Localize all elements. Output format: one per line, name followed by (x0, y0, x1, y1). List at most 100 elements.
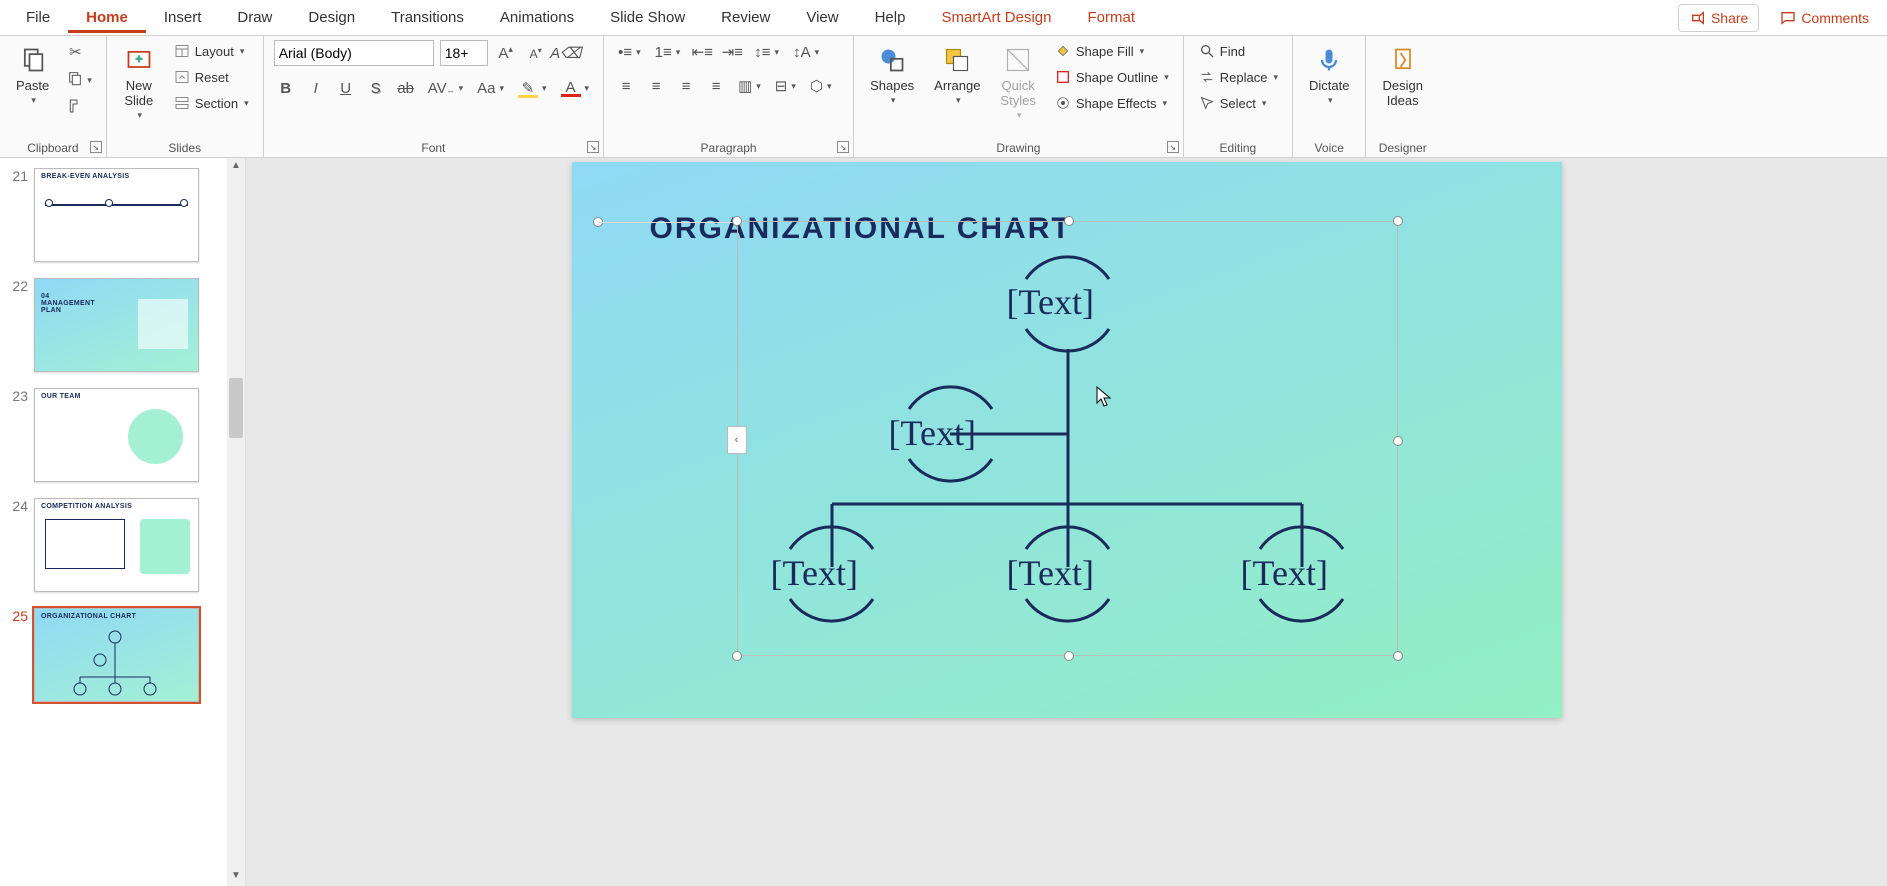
font-dialog-launcher[interactable]: ↘ (587, 141, 599, 153)
thumb-slide-22[interactable]: 04 MANAGEMENT PLAN (34, 278, 199, 372)
replace-button[interactable]: Replace▾ (1194, 66, 1282, 88)
strike-button[interactable]: ab (394, 76, 418, 100)
dictate-button[interactable]: Dictate▾ (1303, 40, 1355, 110)
align-center-button[interactable]: ≡ (644, 74, 668, 98)
thumbs-scrollbar[interactable]: ▲ ▼ (227, 158, 245, 886)
shape-effects-label: Shape Effects (1076, 96, 1157, 111)
drawing-dialog-launcher[interactable]: ↘ (1167, 141, 1179, 153)
indent-icon: ⇥≡ (722, 43, 743, 61)
tab-draw[interactable]: Draw (219, 3, 290, 32)
thumb-slide-25[interactable]: ORGANIZATIONAL CHART (34, 608, 199, 702)
char-spacing-button[interactable]: AV↔▾ (424, 76, 467, 100)
comments-button[interactable]: Comments (1769, 5, 1879, 31)
tab-view[interactable]: View (788, 3, 856, 32)
thumb-number: 21 (6, 168, 28, 262)
org-node-top[interactable]: [Text] (1007, 281, 1094, 323)
scroll-up-icon[interactable]: ▲ (229, 160, 243, 174)
find-button[interactable]: Find (1194, 40, 1282, 62)
paste-button[interactable]: Paste ▾ (10, 40, 55, 110)
shape-effects-button[interactable]: Shape Effects▾ (1050, 92, 1173, 114)
slide-canvas-area[interactable]: ORGANIZATIONAL CHART ‹ (246, 158, 1887, 886)
org-node-child-1[interactable]: [Text] (771, 552, 858, 594)
bold-button[interactable]: B (274, 76, 298, 100)
chevron-down-icon: ▾ (1140, 46, 1145, 57)
org-node-assistant[interactable]: [Text] (889, 412, 976, 454)
align-text-icon: ⊟ (775, 77, 788, 95)
numbering-button[interactable]: 1≡▾ (651, 40, 685, 64)
new-slide-button[interactable]: New Slide ▾ (117, 40, 161, 125)
copy-button[interactable]: ▾ (63, 68, 96, 92)
tab-slideshow[interactable]: Slide Show (592, 3, 703, 32)
tab-design[interactable]: Design (290, 3, 373, 32)
design-ideas-button[interactable]: Design Ideas (1376, 40, 1428, 112)
scroll-down-icon[interactable]: ▼ (229, 870, 243, 884)
tab-animations[interactable]: Animations (482, 3, 592, 32)
select-button[interactable]: Select▾ (1194, 92, 1282, 114)
thumb-number: 25 (6, 608, 28, 702)
group-label-clipboard: Clipboard (10, 137, 96, 155)
group-editing: Find Replace▾ Select▾ Editing (1184, 36, 1293, 157)
justify-button[interactable]: ≡ (704, 74, 728, 98)
line-spacing-button[interactable]: ↕≡▾ (750, 40, 783, 64)
tab-review[interactable]: Review (703, 3, 788, 32)
outdent-icon: ⇤≡ (692, 43, 713, 61)
columns-icon: ▥ (738, 77, 752, 95)
align-left-icon: ≡ (622, 78, 631, 95)
shadow-button[interactable]: S (364, 76, 388, 100)
underline-icon: U (340, 80, 351, 97)
share-button[interactable]: Share (1678, 4, 1759, 32)
bullets-icon: •≡ (618, 44, 632, 61)
increase-font-button[interactable]: A▴ (494, 41, 518, 65)
scroll-thumb[interactable] (229, 378, 243, 438)
tab-home[interactable]: Home (68, 3, 146, 33)
group-font: A▴ A▾ A⌫ B I U S ab AV↔▾ Aa▾ ✎▾ A▾ Font … (264, 36, 604, 157)
align-text-button[interactable]: ⊟▾ (771, 74, 800, 98)
text-direction-button[interactable]: ↕A▾ (789, 40, 823, 64)
slide-thumbnails-panel[interactable]: 21 BREAK-EVEN ANALYSIS 22 04 MANAGEMENT … (0, 158, 246, 886)
shapes-button[interactable]: Shapes▾ (864, 40, 920, 110)
font-size-select[interactable] (440, 40, 488, 66)
highlight-button[interactable]: ✎▾ (514, 76, 551, 100)
align-left-button[interactable]: ≡ (614, 74, 638, 98)
bullets-button[interactable]: •≡▾ (614, 40, 645, 64)
layout-label: Layout (195, 44, 234, 59)
section-button[interactable]: Section▾ (169, 92, 253, 114)
paragraph-dialog-launcher[interactable]: ↘ (837, 141, 849, 153)
org-node-child-2[interactable]: [Text] (1007, 552, 1094, 594)
change-case-button[interactable]: Aa▾ (473, 76, 508, 100)
clear-format-icon: A⌫ (550, 44, 581, 62)
smartart-convert-button[interactable]: ⬡▾ (806, 74, 836, 98)
arrange-icon (941, 44, 973, 76)
align-right-button[interactable]: ≡ (674, 74, 698, 98)
org-node-child-3[interactable]: [Text] (1241, 552, 1328, 594)
tab-smartart-design[interactable]: SmartArt Design (923, 3, 1069, 32)
layout-button[interactable]: Layout▾ (169, 40, 253, 62)
clipboard-dialog-launcher[interactable]: ↘ (90, 141, 102, 153)
clear-formatting-button[interactable]: A⌫ (554, 41, 578, 65)
font-name-select[interactable] (274, 40, 434, 66)
slide[interactable]: ORGANIZATIONAL CHART ‹ (572, 162, 1562, 718)
cut-button[interactable]: ✂ (63, 40, 87, 64)
tab-transitions[interactable]: Transitions (373, 3, 482, 32)
thumb-slide-24[interactable]: COMPETITION ANALYSIS (34, 498, 199, 592)
underline-button[interactable]: U (334, 76, 358, 100)
italic-button[interactable]: I (304, 76, 328, 100)
decrease-font-button[interactable]: A▾ (524, 41, 548, 65)
chevron-down-icon: ▾ (791, 81, 796, 92)
tab-format[interactable]: Format (1070, 3, 1154, 32)
reset-button[interactable]: Reset (169, 66, 253, 88)
format-painter-button[interactable] (63, 96, 87, 120)
increase-indent-button[interactable]: ⇥≡ (720, 40, 744, 64)
columns-button[interactable]: ▥▾ (734, 74, 765, 98)
thumb-slide-23[interactable]: OUR TEAM (34, 388, 199, 482)
decrease-indent-button[interactable]: ⇤≡ (690, 40, 714, 64)
tab-help[interactable]: Help (857, 3, 924, 32)
tab-insert[interactable]: Insert (146, 3, 220, 32)
quick-styles-button[interactable]: Quick Styles▾ (994, 40, 1041, 125)
font-color-button[interactable]: A▾ (557, 76, 594, 100)
shape-outline-button[interactable]: Shape Outline▾ (1050, 66, 1173, 88)
arrange-button[interactable]: Arrange▾ (928, 40, 986, 110)
shape-fill-button[interactable]: Shape Fill▾ (1050, 40, 1173, 62)
tab-file[interactable]: File (8, 3, 68, 32)
thumb-slide-21[interactable]: BREAK-EVEN ANALYSIS (34, 168, 199, 262)
